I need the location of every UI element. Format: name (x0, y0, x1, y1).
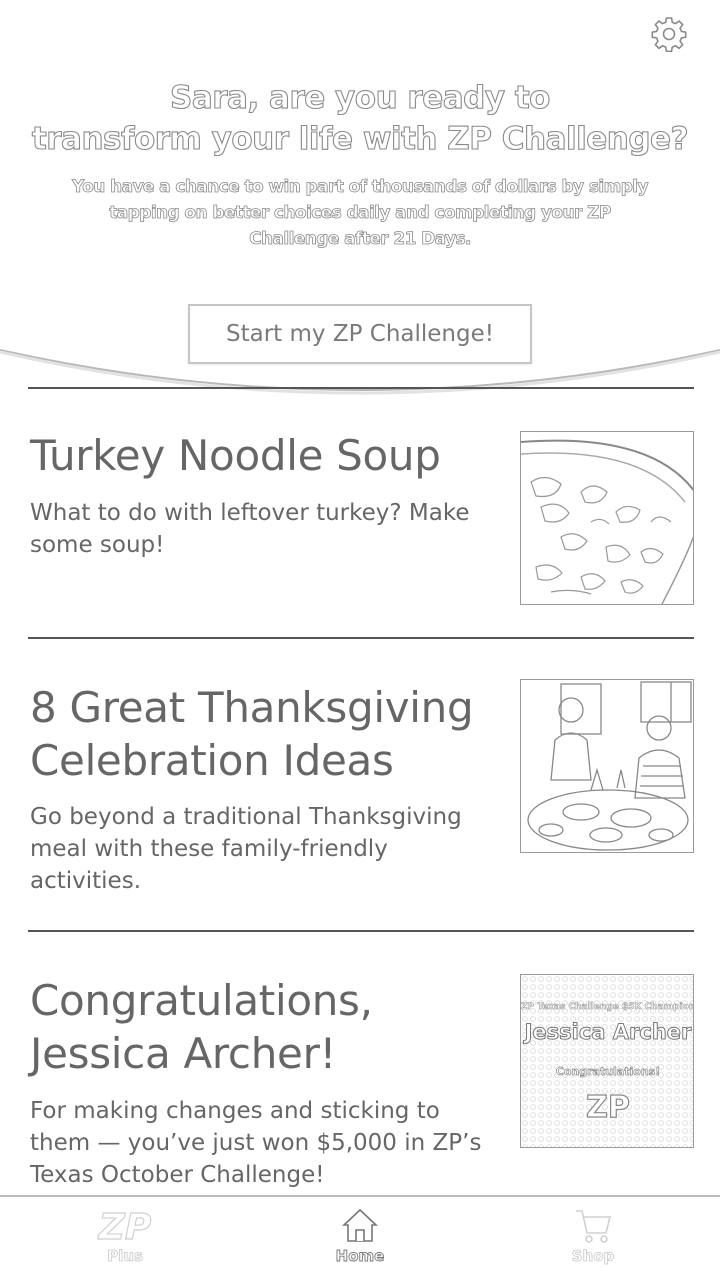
gear-icon (651, 17, 687, 52)
winner-badge-image[interactable]: ZP Texas Challenge $5K Champion Jessica … (520, 974, 694, 1148)
hero-section: Sara, are you ready to transform your li… (0, 0, 720, 400)
nav-item-home[interactable]: Home (300, 1205, 420, 1277)
nav-item-shop[interactable]: Shop (533, 1205, 653, 1277)
article-title[interactable]: Turkey Noodle Soup (30, 429, 500, 482)
nav-label-home: Home (335, 1247, 385, 1266)
settings-button[interactable] (650, 15, 688, 53)
badge-logo-text: ZP (586, 1090, 630, 1125)
nav-label-shop: Shop (571, 1247, 615, 1266)
nav-label-plus: Plus (107, 1247, 144, 1266)
hero-title: Sara, are you ready to transform your li… (0, 78, 720, 160)
badge-name-text: Jessica Archer (523, 1020, 692, 1044)
family-dinner-illustration (521, 680, 693, 852)
cart-icon (576, 1210, 612, 1243)
family-dinner-image[interactable] (520, 679, 694, 853)
article-description: What to do with leftover turkey? Make so… (30, 500, 470, 558)
nav-item-plus[interactable]: ZP Plus (65, 1205, 185, 1277)
bottom-navigation: ZP Plus Home Shop (0, 1195, 720, 1280)
zp-logo-text: ZP (98, 1207, 152, 1245)
soup-bowl-illustration (521, 432, 693, 604)
article-description: For making changes and sticking to them … (30, 1098, 482, 1188)
zp-logo-icon: ZP (97, 1206, 152, 1245)
hero-subtitle: You have a chance to win part of thousan… (72, 177, 649, 250)
home-icon (341, 1208, 379, 1242)
article-title[interactable]: Congratulations, Jessica Archer! (30, 974, 500, 1080)
article-card[interactable]: 8 Great Thanksgiving Celebration Ideas G… (28, 637, 694, 930)
article-card[interactable]: Congratulations, Jessica Archer! For mak… (28, 930, 694, 1200)
article-card[interactable]: Turkey Noodle Soup What to do with lefto… (28, 387, 694, 637)
hero-title-line2: transform your life with ZP Challenge? (31, 120, 689, 157)
soup-bowl-image[interactable] (520, 431, 694, 605)
winner-badge-illustration: ZP Texas Challenge $5K Champion Jessica … (521, 975, 694, 1147)
article-description: Go beyond a traditional Thanksgiving mea… (30, 804, 462, 894)
screen: Sara, are you ready to transform your li… (0, 0, 720, 1280)
start-challenge-button[interactable]: Start my ZP Challenge! (188, 304, 532, 364)
hero-title-line1: Sara, are you ready to (169, 79, 551, 116)
badge-top-text: ZP Texas Challenge $5K Champion (521, 1002, 694, 1012)
article-title[interactable]: 8 Great Thanksgiving Celebration Ideas (30, 681, 500, 787)
badge-banner-text: Congratulations! (556, 1065, 660, 1078)
